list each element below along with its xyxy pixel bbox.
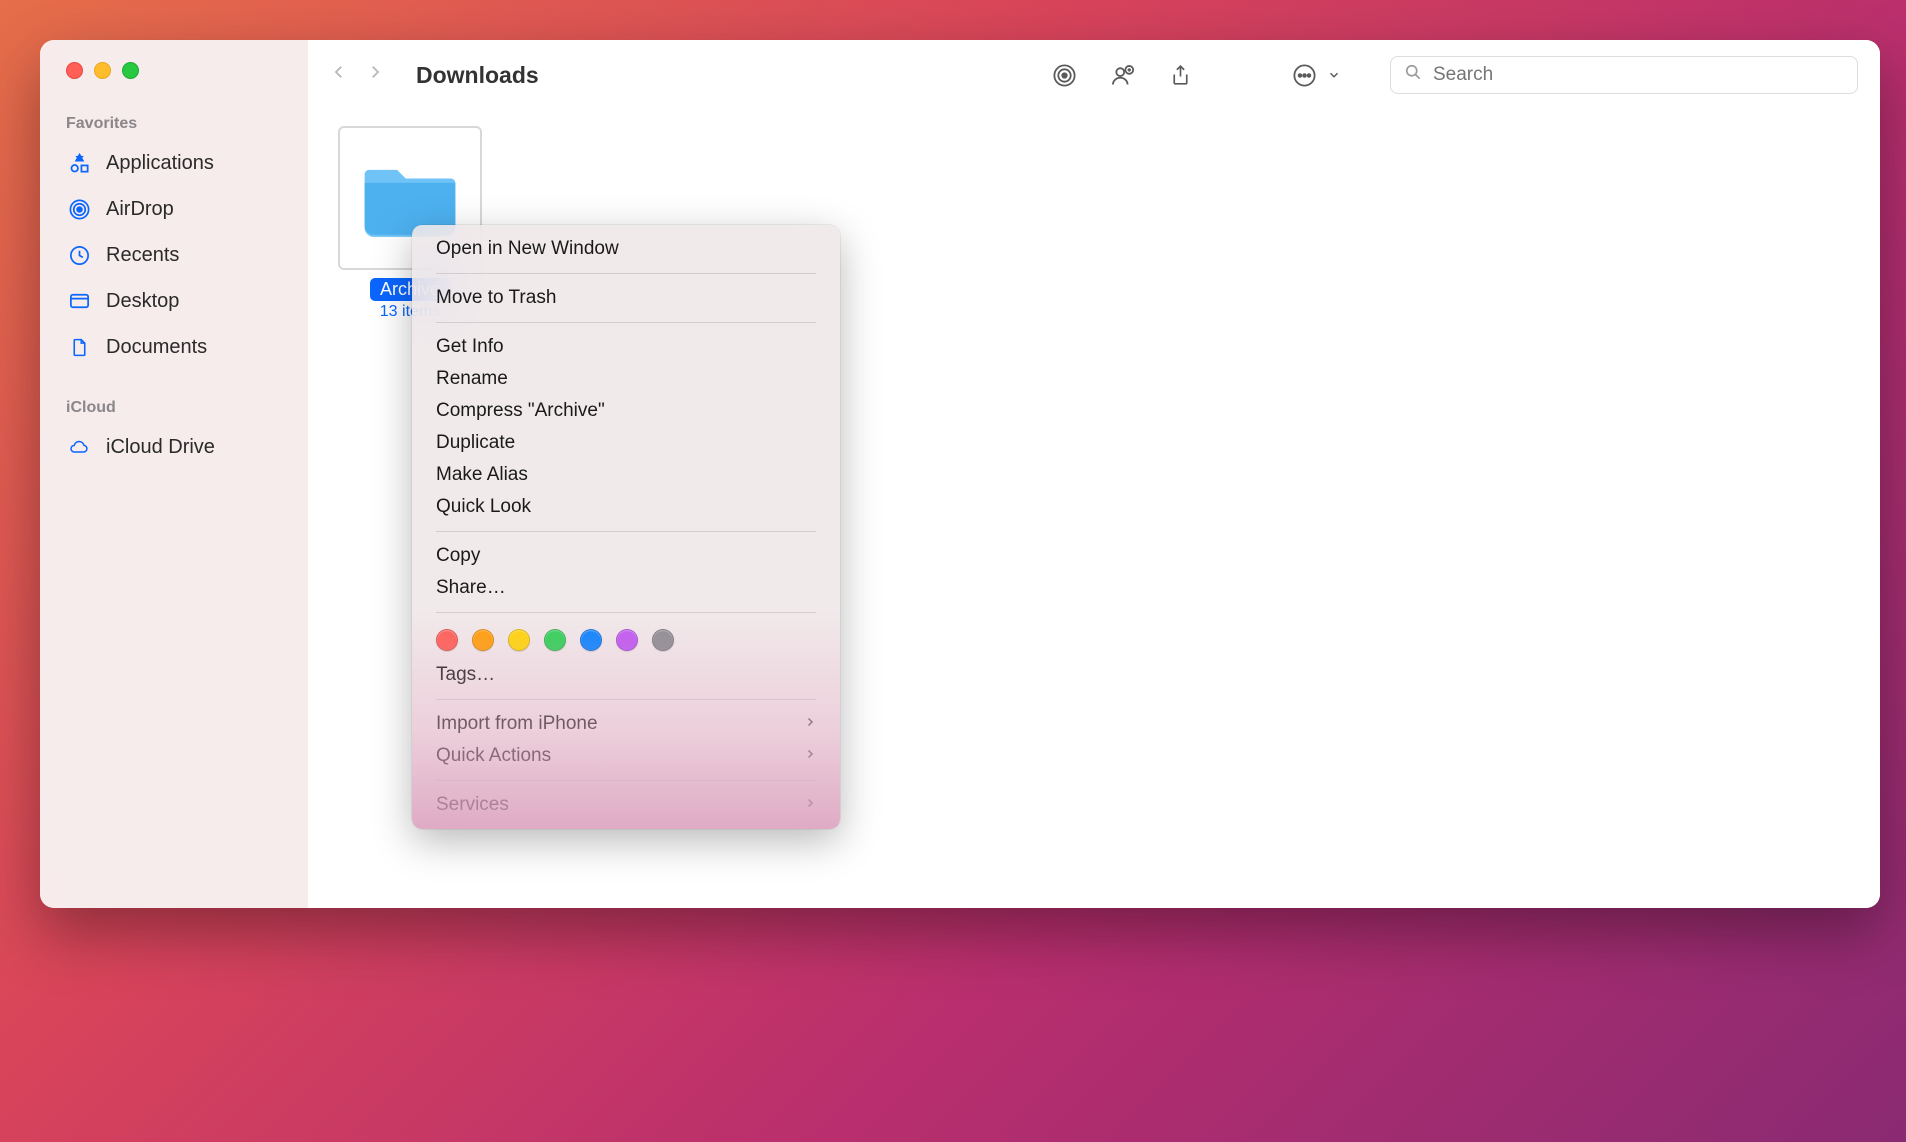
applications-icon [66,150,92,176]
search-input[interactable] [1433,64,1845,86]
sidebar-item-label: Desktop [106,290,179,313]
sidebar-item-airdrop[interactable]: AirDrop [52,187,296,231]
sidebar: Favorites Applications AirDrop Recents D… [40,40,308,908]
tag-colors-row [412,621,840,659]
sidebar-item-icloud-drive[interactable]: iCloud Drive [52,425,296,469]
chevron-down-icon[interactable] [1326,59,1342,91]
sidebar-section-favorites-label: Favorites [52,109,296,139]
sidebar-item-label: iCloud Drive [106,436,215,459]
chevron-right-icon [804,796,816,814]
finder-window: Favorites Applications AirDrop Recents D… [40,40,1880,908]
menu-quick-actions[interactable]: Quick Actions [412,740,840,772]
tag-blue[interactable] [580,629,602,651]
tag-gray[interactable] [652,629,674,651]
icloud-icon [66,434,92,460]
menu-share[interactable]: Share… [412,572,840,604]
sidebar-item-label: AirDrop [106,198,174,221]
menu-tags[interactable]: Tags… [412,659,840,691]
documents-icon [66,334,92,360]
tag-purple[interactable] [616,629,638,651]
sidebar-item-label: Recents [106,244,179,267]
menu-compress[interactable]: Compress "Archive" [412,395,840,427]
chevron-right-icon [804,747,816,765]
desktop-icon [66,288,92,314]
sidebar-item-recents[interactable]: Recents [52,233,296,277]
page-title: Downloads [416,62,539,89]
minimize-button[interactable] [94,62,111,79]
close-button[interactable] [66,62,83,79]
back-button[interactable] [330,60,348,91]
toolbar: Downloads [308,40,1880,108]
airdrop-toolbar-icon[interactable] [1048,59,1080,91]
zoom-button[interactable] [122,62,139,79]
tag-green[interactable] [544,629,566,651]
menu-duplicate[interactable]: Duplicate [412,427,840,459]
airdrop-icon [66,196,92,222]
recents-icon [66,242,92,268]
menu-move-to-trash[interactable]: Move to Trash [412,282,840,314]
sidebar-item-label: Documents [106,336,207,359]
menu-services[interactable]: Services [412,789,840,821]
nav-arrows [330,60,384,91]
menu-get-info[interactable]: Get Info [412,331,840,363]
forward-button[interactable] [366,60,384,91]
menu-import-iphone[interactable]: Import from iPhone [412,708,840,740]
sidebar-section-icloud-label: iCloud [52,393,296,423]
menu-quick-look[interactable]: Quick Look [412,491,840,523]
tag-orange[interactable] [472,629,494,651]
menu-open-new-window[interactable]: Open in New Window [412,233,840,265]
menu-make-alias[interactable]: Make Alias [412,459,840,491]
search-icon [1403,62,1423,88]
menu-rename[interactable]: Rename [412,363,840,395]
sidebar-item-desktop[interactable]: Desktop [52,279,296,323]
menu-copy[interactable]: Copy [412,540,840,572]
chevron-right-icon [804,715,816,733]
tag-red[interactable] [436,629,458,651]
sidebar-item-documents[interactable]: Documents [52,325,296,369]
sidebar-item-label: Applications [106,152,214,175]
share-icon[interactable] [1164,59,1196,91]
context-menu: Open in New Window Move to Trash Get Inf… [412,225,840,829]
traffic-lights [52,62,296,79]
search-field[interactable] [1390,56,1858,94]
tag-yellow[interactable] [508,629,530,651]
add-person-icon[interactable] [1106,59,1138,91]
sidebar-item-applications[interactable]: Applications [52,141,296,185]
more-options-icon[interactable] [1288,59,1320,91]
